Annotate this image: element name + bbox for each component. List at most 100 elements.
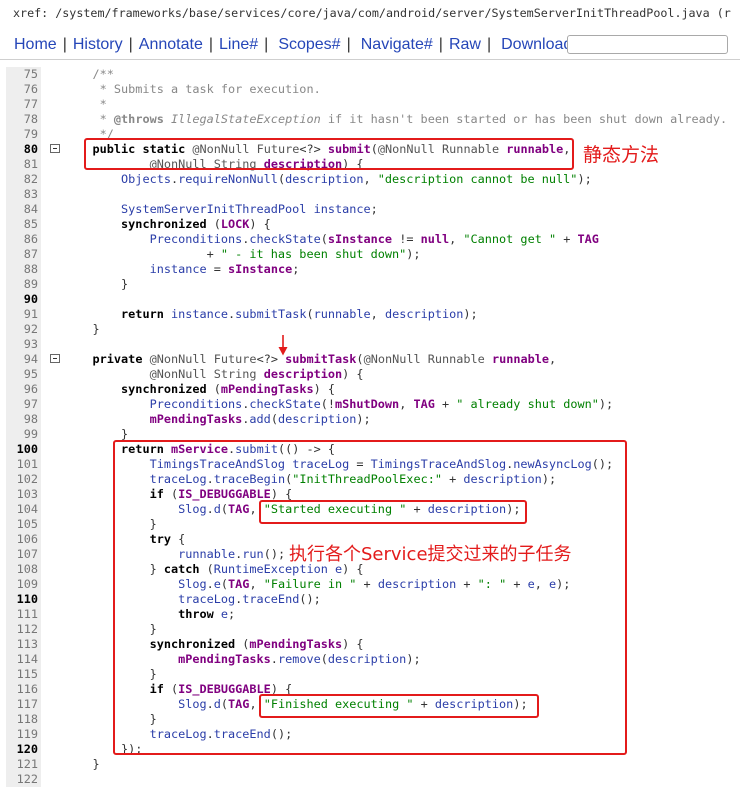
symbol-link[interactable]: runnable (314, 307, 371, 321)
symbol-link[interactable]: checkState (249, 232, 320, 246)
nav-scopes-link[interactable]: Scopes# (278, 36, 340, 53)
line-number[interactable]: 119 (6, 727, 41, 742)
line-number[interactable]: 88 (6, 262, 41, 277)
line-number[interactable]: 94 (6, 352, 41, 367)
nav-navigate-link[interactable]: Navigate# (361, 36, 433, 53)
symbol-link[interactable]: SystemServerInitThreadPool (121, 202, 306, 216)
field-link[interactable]: mShutDown (335, 397, 399, 411)
line-number[interactable]: 113 (6, 637, 41, 652)
symbol-link[interactable]: instance (171, 307, 228, 321)
line-number[interactable]: 103 (6, 487, 41, 502)
symbol-link[interactable]: instance (314, 202, 371, 216)
annotation-link[interactable]: @NonNull (150, 352, 207, 366)
keyword: private (92, 352, 143, 366)
line-number[interactable]: 86 (6, 232, 41, 247)
line-number[interactable]: 75 (6, 67, 41, 82)
nav-line-numbers-link[interactable]: Line# (219, 36, 258, 53)
symbol-definition[interactable]: submitTask (285, 352, 356, 366)
nav-separator: | (128, 36, 133, 53)
symbol-link[interactable]: submitTask (235, 307, 306, 321)
symbol-link[interactable]: instance (150, 262, 207, 276)
type-link[interactable]: String (214, 367, 257, 381)
line-number[interactable]: 96 (6, 382, 41, 397)
code-line: 121 } (0, 757, 740, 772)
type-link[interactable]: Future (214, 352, 257, 366)
line-number[interactable]: 101 (6, 457, 41, 472)
line-number[interactable]: 87 (6, 247, 41, 262)
line-number[interactable]: 83 (6, 187, 41, 202)
line-number[interactable]: 106 (6, 532, 41, 547)
line-number[interactable]: 118 (6, 712, 41, 727)
symbol-definition[interactable]: description (264, 367, 342, 381)
line-number[interactable]: 109 (6, 577, 41, 592)
line-number[interactable]: 90 (6, 292, 41, 307)
field-link[interactable]: mPendingTasks (221, 382, 314, 396)
line-number[interactable]: 99 (6, 427, 41, 442)
line-number[interactable]: 122 (6, 772, 41, 787)
field-link[interactable]: LOCK (221, 217, 250, 231)
string-literal: " already shut down" (456, 397, 599, 411)
field-link[interactable]: sInstance (228, 262, 292, 276)
line-number[interactable]: 80 (6, 142, 41, 157)
field-link[interactable]: null (421, 232, 450, 246)
symbol-link[interactable]: checkState (249, 397, 320, 411)
line-number[interactable]: 105 (6, 517, 41, 532)
search-input[interactable] (567, 35, 728, 54)
symbol-link[interactable]: requireNonNull (178, 172, 278, 186)
line-number[interactable]: 92 (6, 322, 41, 337)
file-path-link[interactable]: /system/frameworks/base/services/core/ja… (55, 6, 709, 20)
line-number[interactable]: 107 (6, 547, 41, 562)
symbol-link[interactable]: Preconditions (150, 232, 243, 246)
annotation-link[interactable]: @NonNull (364, 352, 421, 366)
line-number[interactable]: 77 (6, 97, 41, 112)
line-number[interactable]: 85 (6, 217, 41, 232)
line-number[interactable]: 114 (6, 652, 41, 667)
line-number[interactable]: 108 (6, 562, 41, 577)
line-number[interactable]: 110 (6, 592, 41, 607)
nav-home-link[interactable]: Home (14, 36, 57, 53)
line-number[interactable]: 82 (6, 172, 41, 187)
field-link[interactable]: TAG (413, 397, 434, 411)
line-number[interactable]: 117 (6, 697, 41, 712)
line-number[interactable]: 102 (6, 472, 41, 487)
line-number[interactable]: 115 (6, 667, 41, 682)
field-link[interactable]: TAG (578, 232, 599, 246)
symbol-link[interactable]: Preconditions (150, 397, 243, 411)
line-number[interactable]: 116 (6, 682, 41, 697)
line-number[interactable]: 97 (6, 397, 41, 412)
type-link[interactable]: Runnable (428, 352, 485, 366)
line-number[interactable]: 104 (6, 502, 41, 517)
nav-separator: | (208, 36, 213, 53)
line-number[interactable]: 112 (6, 622, 41, 637)
line-number[interactable]: 111 (6, 607, 41, 622)
line-number[interactable]: 121 (6, 757, 41, 772)
line-number[interactable]: 76 (6, 82, 41, 97)
line-number[interactable]: 79 (6, 127, 41, 142)
nav-history-link[interactable]: History (73, 36, 123, 53)
line-number[interactable]: 81 (6, 157, 41, 172)
nav-raw-link[interactable]: Raw (449, 36, 481, 53)
nav-download-link[interactable]: Download (501, 36, 572, 53)
line-number[interactable]: 84 (6, 202, 41, 217)
line-number[interactable]: 120 (6, 742, 41, 757)
annotation-link[interactable]: @NonNull (150, 367, 207, 381)
symbol-link[interactable]: description (285, 172, 363, 186)
symbol-definition[interactable]: runnable (492, 352, 549, 366)
collapse-icon[interactable] (50, 354, 60, 363)
symbol-link[interactable]: add (249, 412, 270, 426)
symbol-link[interactable]: description (278, 412, 356, 426)
symbol-link[interactable]: Objects (121, 172, 171, 186)
line-number[interactable]: 91 (6, 307, 41, 322)
line-number[interactable]: 93 (6, 337, 41, 352)
line-number[interactable]: 78 (6, 112, 41, 127)
line-number[interactable]: 100 (6, 442, 41, 457)
collapse-icon[interactable] (50, 144, 60, 153)
nav-separator: | (264, 36, 269, 53)
symbol-link[interactable]: description (385, 307, 463, 321)
line-number[interactable]: 95 (6, 367, 41, 382)
nav-annotate-link[interactable]: Annotate (139, 36, 203, 53)
line-number[interactable]: 98 (6, 412, 41, 427)
field-link[interactable]: sInstance (328, 232, 392, 246)
line-number[interactable]: 89 (6, 277, 41, 292)
field-link[interactable]: mPendingTasks (150, 412, 243, 426)
